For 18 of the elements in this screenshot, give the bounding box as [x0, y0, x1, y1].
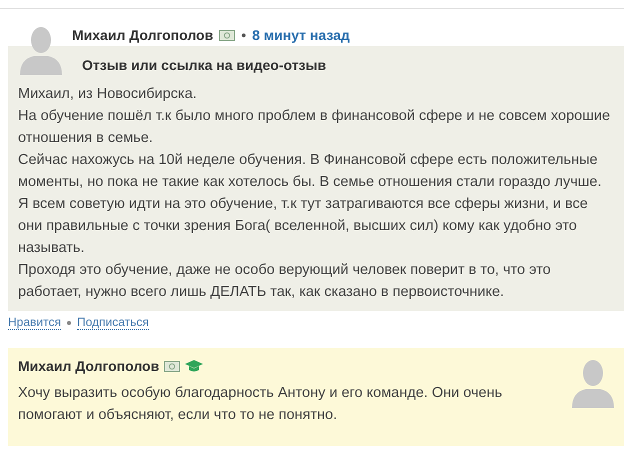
post-paragraph: Михаил, из Новосибирска.: [18, 85, 198, 104]
post-paragraph: Сейчас нахожусь на 10й неделе обучения. В Финансовой сфере есть положительные моменты, но пока не такие как хотелось бы. В семье отношения стали гораздо лучше.: [18, 151, 602, 192]
bullet-icon: [66, 320, 71, 324]
author-name: Михаил Долгополов: [18, 358, 160, 374]
author-name: Михаил Долгополов: [72, 27, 214, 43]
post-paragraph: Я всем советую идти на это обучение, т.к тут затрагиваются все сферы жизни, и все они правильные с точки зрения Бога( вселенной, высших сил) кому как удобно это называть.: [18, 195, 589, 258]
post-paragraph: Проходя это обучение, даже не особо верующий человек поверит в то, что это работает, нужно всего лишь ДЕЛАТЬ так, как сказано в первоисточнике.: [18, 261, 552, 302]
post-title: Отзыв или ссылка на видео-отзыв: [81, 56, 328, 75]
post-paragraph: На обучение пошёл т.к было много проблем в финансовой сфере и не совсем хорошие отношения в семье.: [18, 107, 612, 148]
action-link[interactable]: Подписаться: [76, 315, 149, 330]
money-icon: [219, 30, 236, 40]
avatar-icon: [572, 358, 614, 408]
money-icon: [164, 360, 180, 372]
reply-text: Хочу выразить особую благодарность Антону и его команде. Они очень помогают и объясняют, если что то не понятно.: [18, 384, 504, 425]
separator: •: [241, 27, 246, 43]
avatar-icon: [20, 25, 62, 75]
action-link[interactable]: Нравится: [8, 315, 61, 330]
time-link[interactable]: 8 минут назад: [252, 27, 350, 43]
